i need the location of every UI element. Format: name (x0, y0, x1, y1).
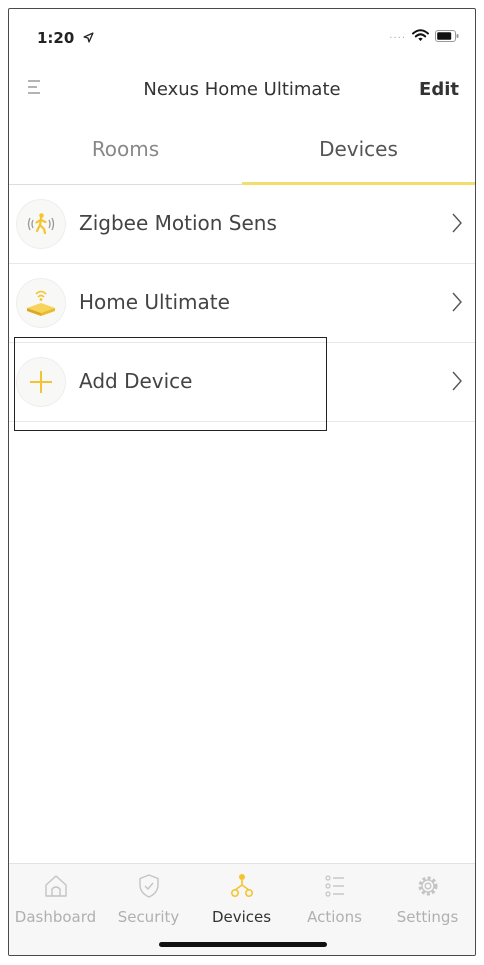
nav-settings[interactable]: Settings (381, 872, 474, 926)
page-title: Nexus Home Ultimate (143, 79, 341, 100)
tab-bar: Rooms Devices (9, 119, 475, 185)
nav-devices[interactable]: Devices (195, 872, 288, 926)
device-list: Zigbee Motion Sens Home Ultimate Add Dev… (9, 185, 475, 422)
list-icon (324, 875, 344, 897)
battery-icon (435, 29, 459, 42)
hub-router-icon (17, 279, 65, 327)
nav-dashboard[interactable]: Dashboard (9, 872, 102, 926)
nav-label: Actions (307, 908, 362, 926)
home-icon (44, 875, 67, 897)
nav-label: Settings (396, 908, 459, 926)
status-time-text: 1:20 (37, 29, 75, 47)
chevron-right-icon (452, 213, 462, 233)
devices-icon (230, 874, 253, 897)
list-item-home-ultimate[interactable]: Home Ultimate (9, 264, 475, 343)
location-arrow-icon (82, 32, 94, 43)
chevron-right-icon (452, 292, 462, 312)
app-header: Nexus Home Ultimate Edit (9, 71, 475, 111)
motion-sensor-icon (17, 200, 65, 248)
status-time: 1:20 (37, 29, 94, 47)
nav-label: Security (117, 908, 180, 926)
nav-actions[interactable]: Actions (288, 872, 381, 926)
add-device-label: Add Device (79, 369, 193, 393)
status-indicators: .... (389, 29, 459, 42)
nav-label: Devices (211, 908, 272, 926)
plus-icon (17, 358, 65, 406)
nav-label: Dashboard (14, 908, 97, 926)
add-device-button[interactable]: Add Device (9, 343, 475, 422)
list-item-zigbee-motion-sensor[interactable]: Zigbee Motion Sens (9, 185, 475, 264)
device-label: Home Ultimate (79, 290, 230, 314)
tab-devices[interactable]: Devices (242, 119, 475, 183)
shield-icon (138, 874, 159, 898)
status-bar: 1:20 .... (9, 9, 475, 61)
signal-indicator: .... (389, 30, 406, 41)
wifi-icon (412, 29, 429, 41)
device-label: Zigbee Motion Sens (79, 211, 277, 235)
bottom-navigation: Dashboard Security Devices Actions Setti… (9, 863, 475, 955)
chevron-right-icon (452, 371, 462, 391)
nav-security[interactable]: Security (102, 872, 195, 926)
gear-icon (418, 876, 437, 896)
home-indicator[interactable] (159, 942, 327, 947)
phone-screen: 1:20 .... Nexus Home Ultimate Edit Rooms… (8, 8, 476, 956)
tab-rooms[interactable]: Rooms (9, 119, 242, 183)
edit-button[interactable]: Edit (419, 79, 459, 100)
